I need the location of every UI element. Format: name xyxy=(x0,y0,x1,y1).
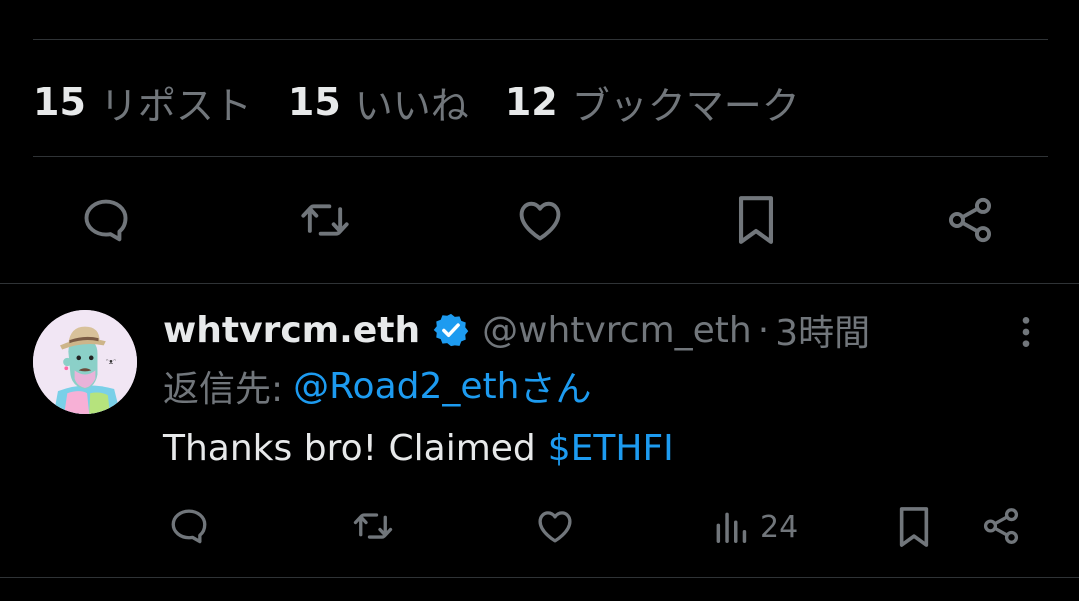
views-icon[interactable] xyxy=(712,508,750,546)
repost-icon[interactable] xyxy=(297,194,353,246)
like-icon[interactable] xyxy=(514,194,566,246)
more-options-icon[interactable] xyxy=(1010,312,1042,352)
reply-text-body: Thanks bro! Claimed xyxy=(163,427,536,469)
reply-bookmark-icon[interactable] xyxy=(895,504,933,550)
replying-to-suffix: さん xyxy=(519,369,592,410)
bookmark-stat[interactable]: 12 ブックマーク xyxy=(505,75,800,130)
cashtag-link[interactable]: $ETHFI xyxy=(548,428,674,469)
reply-reply-icon[interactable] xyxy=(168,505,210,547)
author-handle[interactable]: @whtvrcm_eth xyxy=(482,310,752,351)
tweet-bottom-divider xyxy=(0,283,1079,284)
top-divider xyxy=(33,39,1048,40)
reply-repost-icon[interactable] xyxy=(350,505,396,547)
author-name[interactable]: whtvrcm.eth xyxy=(163,310,420,351)
reply-text: Thanks bro! Claimed $ETHFI xyxy=(163,424,674,472)
timestamp[interactable]: 3時間 xyxy=(775,304,870,356)
replying-to: 返信先: @Road2_eth さん xyxy=(163,362,592,411)
reply-like-icon[interactable] xyxy=(534,505,576,547)
like-count: 15 xyxy=(287,80,341,124)
engagement-stats: 15 リポスト 15 いいね 12 ブックマーク xyxy=(33,78,836,128)
repost-count: 15 xyxy=(33,80,86,124)
views-count[interactable]: 24 xyxy=(760,508,798,548)
stats-divider xyxy=(33,156,1048,157)
like-label: いいね xyxy=(354,83,469,128)
bookmark-icon[interactable] xyxy=(733,192,779,248)
replying-to-label: 返信先: xyxy=(163,369,284,410)
share-icon[interactable] xyxy=(944,194,996,246)
repost-label: リポスト xyxy=(99,83,252,128)
verified-badge-icon[interactable] xyxy=(432,311,470,349)
avatar[interactable]: ᵔᴥᵔ xyxy=(33,310,137,414)
reply-share-icon[interactable] xyxy=(980,505,1022,547)
bookmark-label: ブックマーク xyxy=(571,83,800,128)
repost-stat[interactable]: 15 リポスト xyxy=(33,75,252,130)
like-stat[interactable]: 15 いいね xyxy=(288,75,469,130)
bookmark-count: 12 xyxy=(504,80,558,124)
reply-icon[interactable] xyxy=(80,194,132,246)
replying-to-user-link[interactable]: @Road2_eth xyxy=(293,366,519,407)
separator-dot: · xyxy=(757,309,770,351)
reply-header: whtvrcm.eth @whtvrcm_eth · 3時間 xyxy=(163,304,870,356)
reply-bottom-divider xyxy=(0,577,1079,578)
svg-text:ᵔᴥᵔ: ᵔᴥᵔ xyxy=(106,357,116,366)
